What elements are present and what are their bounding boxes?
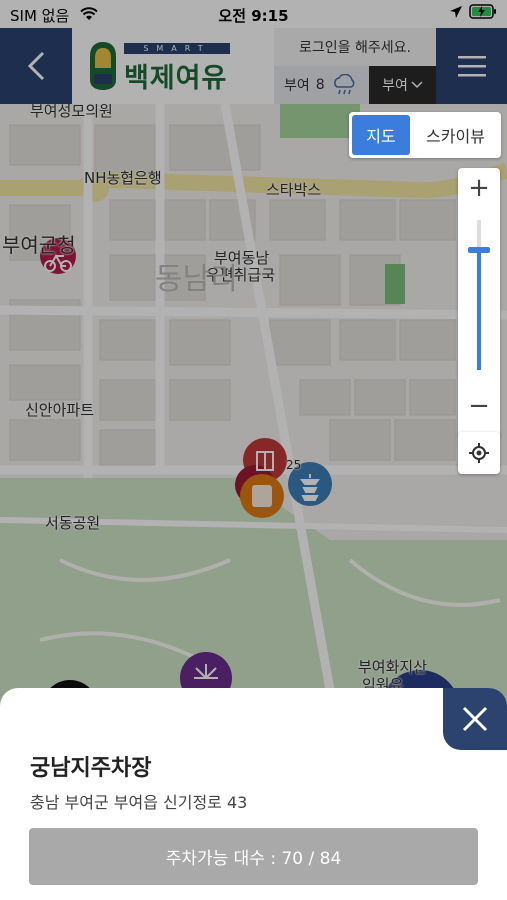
zoom-track[interactable] xyxy=(468,220,490,370)
zoom-control: + − xyxy=(458,168,500,438)
parking-lot-address: 충남 부여군 부여읍 신기정로 43 xyxy=(30,793,248,812)
zoom-slider-handle[interactable] xyxy=(468,247,490,253)
zoom-out-button[interactable]: − xyxy=(458,386,500,426)
tab-skyview[interactable]: 스카이뷰 xyxy=(410,123,501,147)
close-icon xyxy=(462,706,488,732)
zoom-level-fill xyxy=(477,250,481,370)
map-type-toggle: 지도 스카이뷰 xyxy=(349,112,501,158)
availability-button[interactable]: 주차가능 대수 : 70 / 84 xyxy=(29,828,478,885)
tab-map[interactable]: 지도 xyxy=(352,115,410,155)
parking-lot-name: 궁남지주차장 xyxy=(30,756,152,781)
crosshair-icon xyxy=(469,443,489,463)
close-button[interactable] xyxy=(443,688,507,750)
zoom-in-button[interactable]: + xyxy=(458,168,500,208)
my-location-button[interactable] xyxy=(458,432,500,474)
